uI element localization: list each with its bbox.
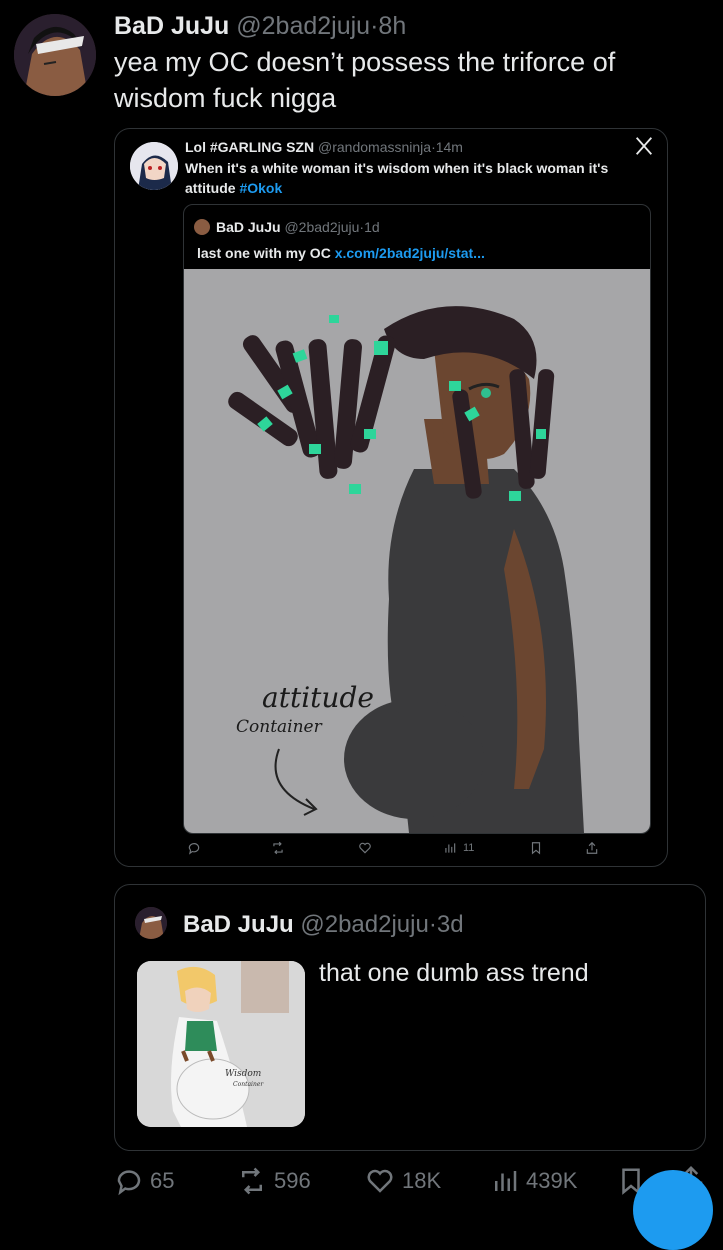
main-avatar[interactable] <box>14 14 96 96</box>
inner-author-name[interactable]: BaD JuJu <box>216 219 281 235</box>
x-logo-icon[interactable] <box>633 135 655 157</box>
thread-avatar[interactable] <box>135 907 167 939</box>
quoted-tweet-card[interactable]: Lol #GARLING SZN @randomassninja·14m Whe… <box>114 128 668 867</box>
thread-header: BaD JuJu @2bad2juju·3d <box>183 911 464 939</box>
inner-avatar[interactable] <box>194 219 210 235</box>
inner-header: BaD JuJu @2bad2juju·1d <box>216 219 380 235</box>
thread-author-name[interactable]: BaD JuJu <box>183 911 294 938</box>
repost-icon <box>273 841 283 855</box>
main-tweet-header: BaD JuJu @2bad2juju·8h <box>114 12 406 41</box>
inner-time[interactable]: 1d <box>364 219 380 235</box>
quoted-bookmark-button[interactable] <box>529 841 543 855</box>
artwork-label-container: Container <box>236 717 322 737</box>
quoted-reply-button[interactable] <box>187 841 201 855</box>
like-count: 18K <box>402 1168 442 1193</box>
avatar-portrait-icon <box>14 14 96 96</box>
heart-icon <box>367 1169 393 1193</box>
thread-text: that one dumb ass trend <box>319 959 589 987</box>
thumb-label-wisdom: Wisdom <box>225 1069 262 1079</box>
compose-fab-button[interactable] <box>633 1170 713 1250</box>
quoted-avatar[interactable] <box>130 142 178 190</box>
quoted-share-button[interactable] <box>585 841 599 855</box>
inner-quote-card[interactable]: BaD JuJu @2bad2juju·1d last one with my … <box>183 204 651 834</box>
heart-icon <box>359 842 371 854</box>
thread-quote-card[interactable]: BaD JuJu @2bad2juju·3d Wisdom Container … <box>114 884 706 1151</box>
quoted-text: When it's a white woman it's wisdom when… <box>185 158 645 198</box>
quoted-repost-button[interactable] <box>271 841 285 855</box>
quoted-views-count: 11 <box>463 842 475 854</box>
repost-button[interactable]: 596 <box>236 1166 311 1196</box>
quoted-views-button[interactable]: 11 <box>443 841 474 855</box>
thread-thumbnail[interactable]: Wisdom Container <box>137 961 305 1127</box>
quoted-author-handle[interactable]: @randomassninja <box>318 139 431 155</box>
character-thumbnail-icon <box>137 961 305 1127</box>
quoted-header: Lol #GARLING SZN @randomassninja·14m <box>185 139 463 155</box>
reply-button[interactable]: 65 <box>114 1166 174 1196</box>
avatar-portrait-icon <box>135 907 167 939</box>
views-count: 439K <box>526 1168 578 1193</box>
repost-count: 596 <box>274 1168 311 1193</box>
quoted-like-button[interactable] <box>358 841 372 855</box>
separator-dot: · <box>428 911 437 938</box>
views-icon <box>495 1171 517 1191</box>
main-tweet-text: yea my OC doesn’t possess the triforce o… <box>114 47 616 113</box>
share-icon <box>586 841 598 854</box>
repost-icon <box>242 1167 262 1195</box>
character-illustration-icon <box>228 306 584 833</box>
tweet-time[interactable]: 8h <box>378 12 406 40</box>
thumb-label-container: Container <box>233 1081 264 1088</box>
thread-author-handle[interactable]: @2bad2juju <box>300 911 428 938</box>
thread-time[interactable]: 3d <box>437 911 464 938</box>
reply-icon <box>117 1170 141 1196</box>
artwork-image[interactable]: attitude Container <box>184 269 650 833</box>
quoted-author-name[interactable]: Lol #GARLING SZN <box>185 139 314 155</box>
inner-link[interactable]: x.com/2bad2juju/stat... <box>335 245 485 261</box>
inner-text-body: last one with my OC <box>197 245 335 261</box>
bookmark-icon <box>531 842 541 855</box>
hashtag-link[interactable]: #Okok <box>239 180 282 196</box>
views-button[interactable]: 439K <box>490 1166 577 1196</box>
artwork-label-attitude: attitude <box>262 681 374 714</box>
quoted-time[interactable]: 14m <box>436 139 463 155</box>
author-handle[interactable]: @2bad2juju <box>236 12 370 40</box>
reply-icon <box>188 843 200 855</box>
like-button[interactable]: 18K <box>364 1166 441 1196</box>
inner-author-handle[interactable]: @2bad2juju <box>284 219 359 235</box>
author-name[interactable]: BaD JuJu <box>114 12 229 40</box>
inner-text: last one with my OC x.com/2bad2juju/stat… <box>197 245 485 261</box>
avatar-anime-icon <box>130 142 178 190</box>
views-icon <box>445 843 456 853</box>
reply-count: 65 <box>150 1168 175 1193</box>
